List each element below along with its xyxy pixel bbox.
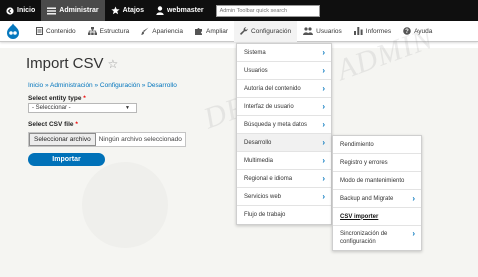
configuration-menu: Sistema › Usuarios › Autoría del contenido › I… xyxy=(236,43,332,225)
tray-item-label: Usuarios xyxy=(316,27,342,35)
required-marker: * xyxy=(75,121,78,128)
user-icon xyxy=(156,6,164,15)
no-file-text: Ningún archivo seleccionado xyxy=(98,136,182,143)
breadcrumb[interactable]: Inicio » Administración » Configuración … xyxy=(28,82,177,89)
csv-file-label-text: Select CSV file xyxy=(28,121,74,128)
menu-item-label: Sistema xyxy=(244,49,266,56)
entity-type-select[interactable]: - Seleccionar - ▼ xyxy=(28,103,137,113)
wrench-icon xyxy=(240,27,248,35)
menu-item-busqueda-y-meta-datos[interactable]: Búsqueda y meta datos › xyxy=(237,116,331,134)
bar-chart-icon xyxy=(353,27,363,35)
menu-item-label: Servicios web xyxy=(244,193,282,200)
chevron-right-icon: › xyxy=(322,192,325,201)
menu-item-registro-y-errores[interactable]: Registro y errores xyxy=(333,154,421,172)
sitemap-icon xyxy=(87,27,97,35)
entity-type-value: - Seleccionar - xyxy=(32,105,71,111)
chevron-right-icon: › xyxy=(322,102,325,111)
development-submenu: Rendimiento Registro y errores Modo de man… xyxy=(332,135,422,251)
menu-item-label: Rendimiento xyxy=(340,141,374,148)
menu-item-sincronizacion-de-configuracion[interactable]: Sincronización de configuración › xyxy=(333,226,421,250)
tray-item-label: Contenido xyxy=(46,27,76,35)
tray-item-label: Informes xyxy=(365,27,392,35)
tray-item-label: Ampliar xyxy=(205,27,229,35)
menu-item-interfaz-de-usuario[interactable]: Interfaz de usuario › xyxy=(237,98,331,116)
menu-item-label: Flujo de trabajo xyxy=(244,212,286,218)
required-marker: * xyxy=(83,95,86,102)
menu-item-autoria-del-contenido[interactable]: Autoría del contenido › xyxy=(237,80,331,98)
entity-type-label: Select entity type * xyxy=(28,95,86,102)
page-title-text: Import CSV xyxy=(26,55,104,72)
toolbar-user-tab[interactable]: webmaster xyxy=(150,0,210,21)
menu-item-rendimiento[interactable]: Rendimiento xyxy=(333,136,421,154)
menu-item-label: Backup and Migrate xyxy=(340,195,394,202)
tray-item-appearance[interactable]: Apariencia xyxy=(135,21,189,42)
import-button[interactable]: Importar xyxy=(28,153,105,166)
menu-item-label: Búsqueda y meta datos xyxy=(244,121,308,128)
toolbar-shortcuts-label: Atajos xyxy=(122,7,144,14)
chevron-right-icon: › xyxy=(322,138,325,147)
shortcut-star-icon[interactable]: ☆ xyxy=(108,57,119,71)
tray-item-configuration[interactable]: Configuración xyxy=(234,20,298,42)
menu-item-regional-e-idioma[interactable]: Regional e idioma › xyxy=(237,170,331,188)
drupal-logo-icon[interactable] xyxy=(4,22,22,40)
menu-item-multimedia[interactable]: Multimedia › xyxy=(237,152,331,170)
chevron-right-icon: › xyxy=(322,156,325,165)
toolbar-shortcuts-tab[interactable]: Atajos xyxy=(105,0,150,21)
menu-item-label: Autoría del contenido xyxy=(244,85,301,92)
entity-type-label-text: Select entity type xyxy=(28,95,82,102)
document-icon xyxy=(36,27,43,35)
tray-item-label: Configuración xyxy=(251,27,292,35)
menu-item-label: Interfaz de usuario xyxy=(244,103,294,110)
menu-item-backup-and-migrate[interactable]: Backup and Migrate › xyxy=(333,190,421,208)
people-icon xyxy=(303,27,314,35)
admin-toolbar: Inicio Administrar Atajos webmaster Admi… xyxy=(0,0,478,21)
menu-item-servicios-web[interactable]: Servicios web › xyxy=(237,188,331,206)
chevron-right-icon: › xyxy=(322,66,325,75)
chevron-right-icon: › xyxy=(322,84,325,93)
chevron-down-icon: ▼ xyxy=(125,105,130,111)
chevron-right-icon: › xyxy=(322,120,325,129)
back-icon xyxy=(6,6,14,15)
toolbar-search-input[interactable]: Admin Toolbar quick search xyxy=(215,4,320,17)
menu-item-csv-importer[interactable]: CSV importer xyxy=(333,208,421,226)
star-icon xyxy=(110,6,120,15)
menu-item-sistema[interactable]: Sistema › xyxy=(237,44,331,62)
puzzle-icon xyxy=(194,28,202,35)
csv-file-label: Select CSV file * xyxy=(28,121,78,128)
menu-item-modo-de-mantenimiento[interactable]: Modo de mantenimiento xyxy=(333,172,421,190)
menu-item-label: Regional e idioma xyxy=(244,175,293,182)
watermark-shape xyxy=(82,162,168,248)
toolbar-user-label: webmaster xyxy=(166,7,204,14)
tray-item-content[interactable]: Contenido xyxy=(30,21,82,42)
page-title: Import CSV ☆ xyxy=(26,55,118,72)
menu-item-label: Desarrollo xyxy=(244,139,272,146)
menu-item-label: Registro y errores xyxy=(340,159,388,166)
choose-file-button[interactable]: Seleccionar archivo xyxy=(29,133,96,146)
tray-item-people[interactable]: Usuarios xyxy=(297,21,348,42)
toolbar-manage-tab[interactable]: Administrar xyxy=(41,0,105,21)
tray-item-extend[interactable]: Ampliar xyxy=(189,21,234,42)
tray-item-label: Apariencia xyxy=(152,27,183,35)
toolbar-home-tab[interactable]: Inicio xyxy=(0,0,41,21)
tray-item-label: Estructura xyxy=(99,27,130,35)
tray-item-structure[interactable]: Estructura xyxy=(82,21,136,42)
paintbrush-icon xyxy=(141,27,149,35)
menu-item-desarrollo[interactable]: Desarrollo › xyxy=(237,134,331,152)
menu-item-label: CSV importer xyxy=(340,213,379,220)
chevron-right-icon: › xyxy=(322,48,325,57)
toolbar-manage-label: Administrar xyxy=(59,7,99,14)
chevron-right-icon: › xyxy=(322,174,325,183)
csv-file-input: Seleccionar archivo Ningún archivo selec… xyxy=(28,132,186,147)
toolbar-home-label: Inicio xyxy=(17,7,36,14)
menu-icon xyxy=(47,7,57,14)
menu-item-label: Modo de mantenimiento xyxy=(340,177,405,184)
menu-item-label: Multimedia xyxy=(244,157,274,164)
chevron-right-icon: › xyxy=(412,194,415,203)
menu-item-label: Usuarios xyxy=(244,67,268,74)
menu-item-usuarios[interactable]: Usuarios › xyxy=(237,62,331,80)
menu-item-label: Sincronización de configuración xyxy=(340,231,388,245)
chevron-right-icon: › xyxy=(412,229,415,238)
menu-item-flujo-de-trabajo[interactable]: Flujo de trabajo xyxy=(237,206,331,224)
